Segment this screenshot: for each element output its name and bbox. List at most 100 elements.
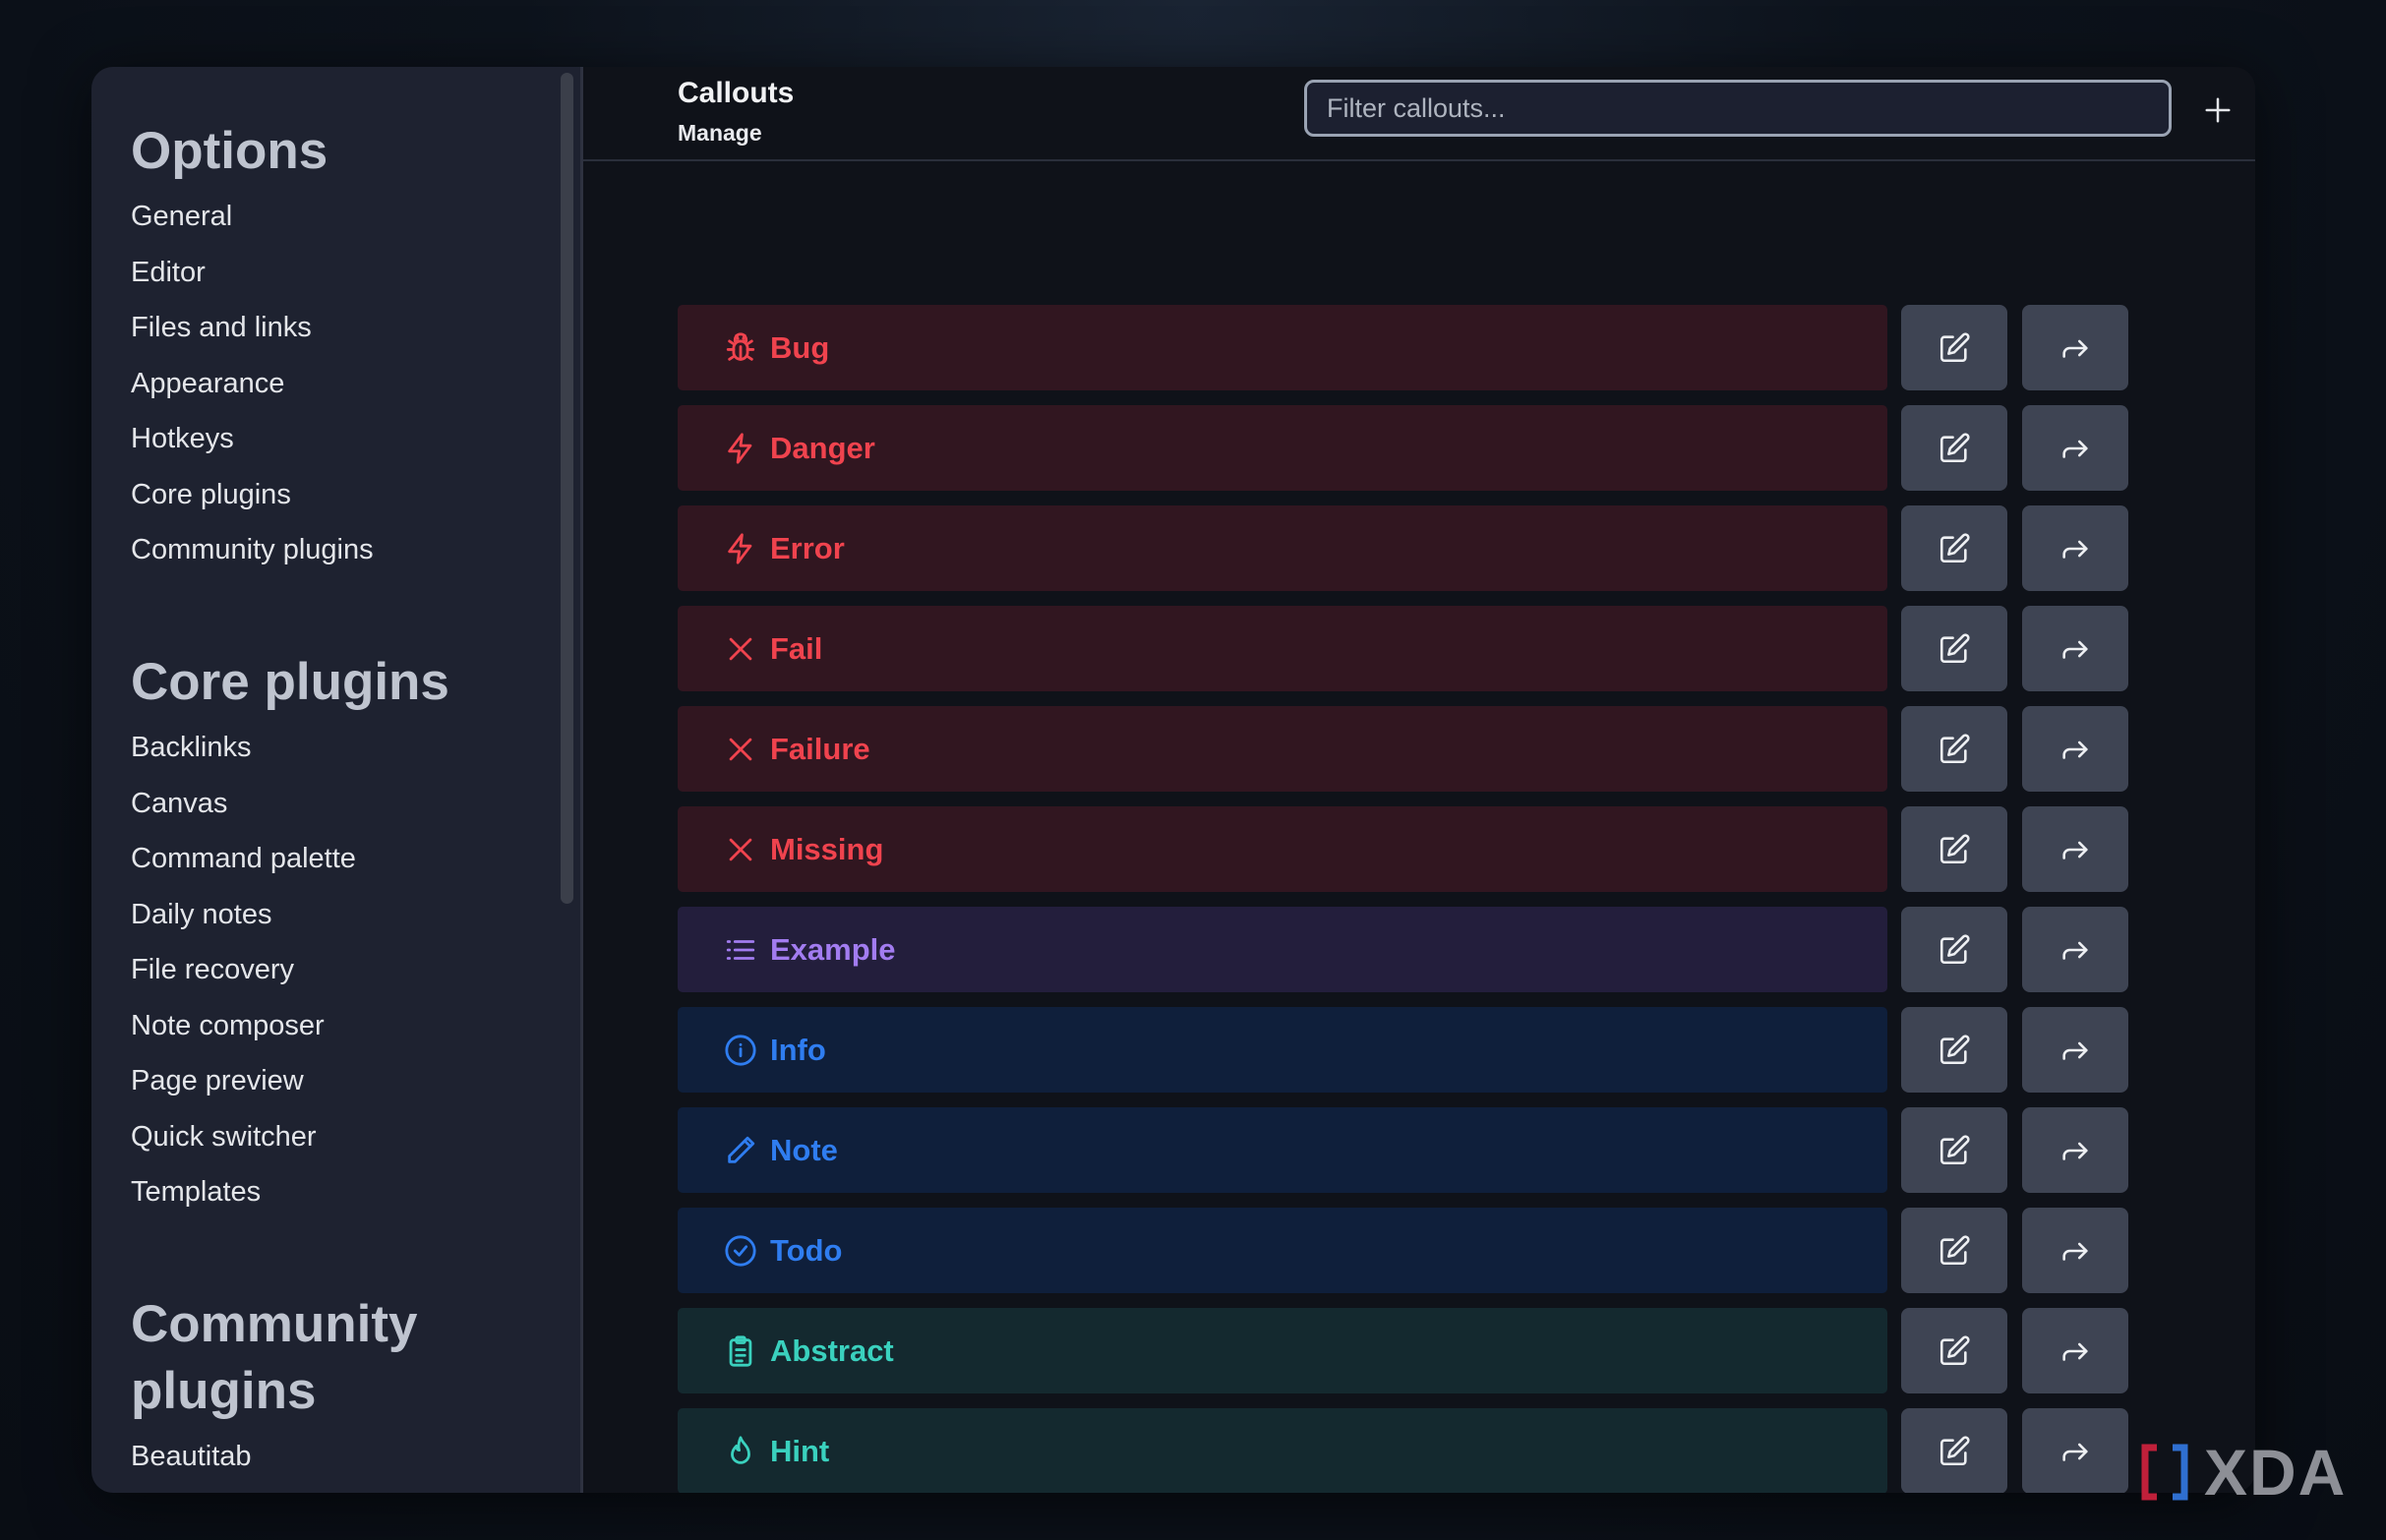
edit-callout-button[interactable] — [1901, 806, 2007, 892]
callout-label: Note — [770, 1132, 838, 1167]
forward-arrow-icon — [2062, 1142, 2088, 1160]
sidebar-scrollbar[interactable] — [561, 73, 573, 904]
sidebar-item-appearance[interactable]: Appearance — [131, 356, 374, 412]
zap-icon — [723, 431, 758, 466]
sidebar-item-canvas[interactable]: Canvas — [131, 776, 449, 832]
forward-arrow-icon — [2062, 1443, 2088, 1461]
sidebar-item-note-composer[interactable]: Note composer — [131, 998, 449, 1054]
sidebar-item-quick-switcher[interactable]: Quick switcher — [131, 1109, 449, 1165]
forward-callout-button[interactable] — [2022, 405, 2128, 491]
xda-logo-icon — [2141, 1444, 2188, 1501]
sidebar-item-editor[interactable]: Editor — [131, 245, 374, 301]
x-icon — [723, 732, 758, 767]
callout-row-example: Example — [678, 907, 2128, 992]
edit-icon — [1939, 632, 1970, 663]
callout-preview-missing[interactable]: Missing — [678, 806, 1887, 892]
forward-callout-button[interactable] — [2022, 706, 2128, 792]
sidebar-item-backlinks[interactable]: Backlinks — [131, 720, 449, 776]
filter-callouts-input[interactable] — [1304, 80, 2172, 137]
edit-icon — [1939, 833, 1970, 863]
list-icon — [723, 932, 758, 968]
bug-icon — [723, 330, 758, 366]
edit-callout-button[interactable] — [1901, 1208, 2007, 1293]
page-title: Callouts — [678, 77, 795, 109]
add-callout-button[interactable] — [2196, 89, 2239, 132]
callout-row-abstract: Abstract — [678, 1308, 2128, 1393]
callout-preview-failure[interactable]: Failure — [678, 706, 1887, 792]
callout-preview-fail[interactable]: Fail — [678, 606, 1887, 691]
callout-preview-abstract[interactable]: Abstract — [678, 1308, 1887, 1393]
settings-modal: Options General Editor Files and links A… — [91, 67, 2255, 1493]
callout-row-fail: Fail — [678, 606, 2128, 691]
edit-callout-button[interactable] — [1901, 606, 2007, 691]
callout-row-error: Error — [678, 505, 2128, 591]
callout-label: Todo — [770, 1232, 843, 1268]
callout-label: Failure — [770, 731, 870, 766]
edit-callout-button[interactable] — [1901, 907, 2007, 992]
forward-callout-button[interactable] — [2022, 1308, 2128, 1393]
sidebar-item-page-preview[interactable]: Page preview — [131, 1053, 449, 1109]
callouts-header: Callouts Manage — [583, 67, 2255, 161]
callout-label: Info — [770, 1032, 826, 1067]
callout-list: Bug Danger Error Fail Failure Missing Example I… — [678, 305, 2128, 1493]
forward-arrow-icon — [2062, 339, 2088, 358]
edit-callout-button[interactable] — [1901, 405, 2007, 491]
sidebar-item-general[interactable]: General — [131, 189, 374, 245]
edit-callout-button[interactable] — [1901, 1308, 2007, 1393]
sidebar-item-community-plugins[interactable]: Community plugins — [131, 522, 374, 578]
sidebar-item-core-plugins[interactable]: Core plugins — [131, 467, 374, 523]
edit-icon — [1939, 933, 1970, 964]
callout-row-missing: Missing — [678, 806, 2128, 892]
callout-preview-example[interactable]: Example — [678, 907, 1887, 992]
sidebar-item-files-and-links[interactable]: Files and links — [131, 300, 374, 356]
callout-preview-hint[interactable]: Hint — [678, 1408, 1887, 1493]
edit-callout-button[interactable] — [1901, 1107, 2007, 1193]
edit-callout-button[interactable] — [1901, 1408, 2007, 1493]
sidebar-item-file-recovery[interactable]: File recovery — [131, 942, 449, 998]
callouts-content: Bug Danger Error Fail Failure Missing Example I… — [583, 161, 2255, 1493]
callout-row-bug: Bug — [678, 305, 2128, 390]
sidebar-heading-core-plugins: Core plugins — [131, 653, 449, 711]
forward-callout-button[interactable] — [2022, 907, 2128, 992]
edit-callout-button[interactable] — [1901, 706, 2007, 792]
callout-label: Error — [770, 530, 845, 565]
forward-callout-button[interactable] — [2022, 606, 2128, 691]
edit-callout-button[interactable] — [1901, 1007, 2007, 1093]
edit-callout-button[interactable] — [1901, 505, 2007, 591]
settings-sidebar: Options General Editor Files and links A… — [91, 67, 583, 1493]
callout-preview-danger[interactable]: Danger — [678, 405, 1887, 491]
callout-label: Bug — [770, 329, 830, 365]
callout-preview-todo[interactable]: Todo — [678, 1208, 1887, 1293]
callout-label: Danger — [770, 430, 875, 465]
callout-preview-note[interactable]: Note — [678, 1107, 1887, 1193]
flame-icon — [723, 1434, 758, 1469]
sidebar-item-daily-notes[interactable]: Daily notes — [131, 887, 449, 943]
sidebar-item-command-palette[interactable]: Command palette — [131, 831, 449, 887]
forward-callout-button[interactable] — [2022, 305, 2128, 390]
edit-icon — [1939, 1234, 1970, 1265]
forward-callout-button[interactable] — [2022, 806, 2128, 892]
sidebar-item-templates[interactable]: Templates — [131, 1164, 449, 1220]
callout-label: Fail — [770, 630, 823, 666]
sidebar-item-beautitab[interactable]: Beautitab — [131, 1429, 418, 1485]
sidebar-item-hotkeys[interactable]: Hotkeys — [131, 411, 374, 467]
plus-icon — [2205, 97, 2231, 123]
xda-watermark: XDA — [2139, 1436, 2347, 1509]
callout-row-todo: Todo — [678, 1208, 2128, 1293]
edit-icon — [1939, 1134, 1970, 1164]
forward-arrow-icon — [2062, 1041, 2088, 1060]
forward-callout-button[interactable] — [2022, 505, 2128, 591]
forward-callout-button[interactable] — [2022, 1208, 2128, 1293]
forward-callout-button[interactable] — [2022, 1107, 2128, 1193]
callout-preview-bug[interactable]: Bug — [678, 305, 1887, 390]
edit-icon — [1939, 1435, 1970, 1465]
page-subtitle: Manage — [678, 120, 762, 146]
forward-callout-button[interactable] — [2022, 1007, 2128, 1093]
edit-callout-button[interactable] — [1901, 305, 2007, 390]
forward-arrow-icon — [2062, 841, 2088, 859]
forward-callout-button[interactable] — [2022, 1408, 2128, 1493]
forward-arrow-icon — [2062, 740, 2088, 759]
callout-preview-info[interactable]: Info — [678, 1007, 1887, 1093]
callout-preview-error[interactable]: Error — [678, 505, 1887, 591]
callout-row-hint: Hint — [678, 1408, 2128, 1493]
